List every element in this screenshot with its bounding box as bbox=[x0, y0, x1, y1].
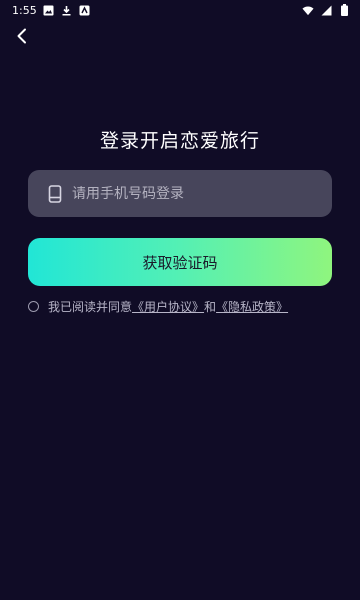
chevron-left-icon bbox=[15, 28, 29, 48]
user-agreement-link[interactable]: 《用户协议》 bbox=[132, 298, 204, 315]
phone-input[interactable] bbox=[72, 185, 312, 202]
phone-field[interactable] bbox=[28, 170, 332, 217]
agreement-row: 我已阅读并同意 《用户协议》 和 《隐私政策》 bbox=[28, 297, 338, 315]
battery-icon bbox=[338, 4, 350, 16]
agree-radio[interactable] bbox=[28, 300, 39, 312]
back-button[interactable] bbox=[8, 24, 36, 52]
status-time: 1:55 bbox=[12, 3, 37, 17]
phone-icon bbox=[48, 184, 62, 203]
page-title: 登录开启恋爱旅行 bbox=[99, 130, 260, 152]
status-bar: 1:55 bbox=[0, 0, 360, 20]
privacy-policy-link[interactable]: 《隐私政策》 bbox=[216, 298, 288, 315]
agreement-conjunction: 和 bbox=[204, 299, 217, 314]
app-icon bbox=[79, 4, 91, 16]
status-right bbox=[302, 4, 350, 16]
image-icon bbox=[43, 4, 55, 16]
status-left: 1:55 bbox=[12, 4, 91, 17]
download-icon bbox=[61, 4, 73, 16]
agreement-prefix: 我已阅读并同意 bbox=[48, 299, 133, 314]
get-code-button[interactable]: 获取验证码 bbox=[28, 238, 332, 286]
wifi-icon bbox=[302, 4, 314, 16]
signal-icon bbox=[320, 4, 332, 16]
